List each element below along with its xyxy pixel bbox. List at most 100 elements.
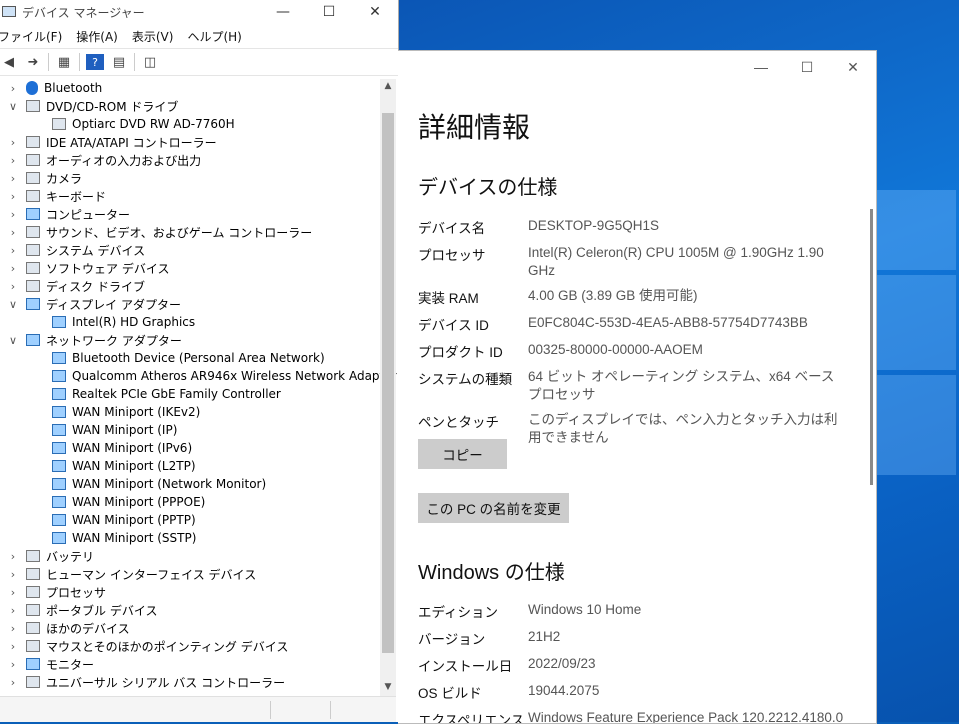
tree-item[interactable]: WAN Miniport (L2TP) bbox=[0, 457, 380, 475]
tree-item-label: サウンド、ビデオ、およびゲーム コントローラー bbox=[46, 225, 313, 240]
menu-action[interactable]: 操作(A) bbox=[76, 28, 126, 45]
rename-pc-button[interactable]: この PC の名前を変更 bbox=[418, 493, 569, 523]
chevron-right-icon[interactable]: › bbox=[6, 190, 20, 203]
chevron-right-icon[interactable]: › bbox=[6, 136, 20, 149]
chevron-down-icon[interactable]: ∨ bbox=[6, 100, 20, 113]
windows-spec-list: エディション Windows 10 Home バージョン 21H2 インストール日 202… bbox=[418, 601, 848, 723]
tree-item[interactable]: › カメラ bbox=[0, 169, 380, 187]
tree-item[interactable]: › キーボード bbox=[0, 187, 380, 205]
close-button[interactable]: ✕ bbox=[352, 0, 398, 24]
tree-item[interactable]: WAN Miniport (SSTP) bbox=[0, 529, 380, 547]
tree-item[interactable]: › マウスとそのほかのポインティング デバイス bbox=[0, 637, 380, 655]
tree-item[interactable]: Optiarc DVD RW AD-7760H bbox=[0, 115, 380, 133]
tree-item[interactable]: WAN Miniport (Network Monitor) bbox=[0, 475, 380, 493]
tree-item[interactable]: Bluetooth Device (Personal Area Network) bbox=[0, 349, 380, 367]
chevron-right-icon[interactable]: › bbox=[6, 154, 20, 167]
copy-button[interactable]: コピー bbox=[418, 439, 507, 469]
minimize-button[interactable]: — bbox=[738, 51, 784, 83]
tree-item-label: プロセッサ bbox=[46, 585, 107, 600]
spec-row: エディション Windows 10 Home bbox=[418, 601, 848, 621]
chevron-right-icon[interactable]: › bbox=[6, 208, 20, 221]
chevron-down-icon[interactable]: ∨ bbox=[6, 298, 20, 311]
tree-item[interactable]: › ほかのデバイス bbox=[0, 619, 380, 637]
network-adapter-icon bbox=[52, 424, 66, 436]
status-bar bbox=[0, 696, 396, 722]
tree-item[interactable]: ∨ ネットワーク アダプター bbox=[0, 331, 380, 349]
spec-value: 21H2 bbox=[528, 629, 561, 644]
spec-label: エディション bbox=[418, 605, 499, 620]
chevron-right-icon[interactable]: › bbox=[6, 82, 20, 95]
disc-drive-icon bbox=[26, 100, 40, 112]
forward-arrow-icon[interactable]: ➜ bbox=[24, 54, 42, 70]
tree-item[interactable]: › プロセッサ bbox=[0, 583, 380, 601]
menu-help[interactable]: ヘルプ(H) bbox=[187, 28, 249, 45]
chevron-down-icon[interactable]: ∨ bbox=[6, 334, 20, 347]
tree-item[interactable]: › ヒューマン インターフェイス デバイス bbox=[0, 565, 380, 583]
tree-item-label: ディスク ドライブ bbox=[46, 279, 145, 294]
windows-spec-heading: Windows の仕様 bbox=[418, 562, 565, 584]
chevron-right-icon[interactable]: › bbox=[6, 586, 20, 599]
menu-view[interactable]: 表示(V) bbox=[132, 28, 182, 45]
show-hide-tree-icon[interactable]: ▦ bbox=[55, 54, 73, 70]
chevron-right-icon[interactable]: › bbox=[6, 640, 20, 653]
software-device-icon bbox=[26, 262, 40, 274]
about-scrollbar[interactable] bbox=[870, 209, 873, 485]
tree-item[interactable]: WAN Miniport (IKEv2) bbox=[0, 403, 380, 421]
tree-item[interactable]: › ユニバーサル シリアル バス コントローラー bbox=[0, 673, 380, 691]
tree-item[interactable]: › Bluetooth bbox=[0, 79, 380, 97]
back-arrow-icon[interactable]: ◀ bbox=[0, 54, 18, 70]
chevron-right-icon[interactable]: › bbox=[6, 604, 20, 617]
help-icon[interactable]: ? bbox=[86, 54, 104, 70]
device-manager-app-icon bbox=[2, 6, 16, 18]
chevron-right-icon[interactable]: › bbox=[6, 568, 20, 581]
spec-row: プロセッサ Intel(R) Celeron(R) CPU 1005M @ 1.9… bbox=[418, 244, 848, 280]
chevron-right-icon[interactable]: › bbox=[6, 550, 20, 563]
tree-item-label: DVD/CD-ROM ドライブ bbox=[46, 99, 179, 114]
chevron-right-icon[interactable]: › bbox=[6, 226, 20, 239]
tree-item-label: IDE ATA/ATAPI コントローラー bbox=[46, 135, 217, 150]
chevron-right-icon[interactable]: › bbox=[6, 172, 20, 185]
tree-item[interactable]: › IDE ATA/ATAPI コントローラー bbox=[0, 133, 380, 151]
close-button[interactable]: ✕ bbox=[830, 51, 876, 83]
chevron-right-icon[interactable]: › bbox=[6, 262, 20, 275]
tree-item[interactable]: › モニター bbox=[0, 655, 380, 673]
scan-hardware-icon[interactable]: ◫ bbox=[141, 54, 159, 70]
network-adapter-icon bbox=[52, 406, 66, 418]
minimize-button[interactable]: — bbox=[260, 0, 306, 24]
tree-item[interactable]: ∨ ディスプレイ アダプター bbox=[0, 295, 380, 313]
tree-item[interactable]: › ソフトウェア デバイス bbox=[0, 259, 380, 277]
properties-icon[interactable]: ▤ bbox=[110, 54, 128, 70]
tree-item[interactable]: › システム デバイス bbox=[0, 241, 380, 259]
tree-item[interactable]: › サウンド、ビデオ、およびゲーム コントローラー bbox=[0, 223, 380, 241]
chevron-right-icon[interactable]: › bbox=[6, 244, 20, 257]
tree-item[interactable]: › バッテリ bbox=[0, 547, 380, 565]
maximize-button[interactable]: ☐ bbox=[306, 0, 352, 24]
maximize-button[interactable]: ☐ bbox=[784, 51, 830, 83]
vertical-scrollbar[interactable]: ▲ ▼ bbox=[380, 79, 396, 696]
chevron-right-icon[interactable]: › bbox=[6, 280, 20, 293]
tree-item[interactable]: WAN Miniport (IPv6) bbox=[0, 439, 380, 457]
tree-item[interactable]: ∨ DVD/CD-ROM ドライブ bbox=[0, 97, 380, 115]
tree-item[interactable]: WAN Miniport (PPTP) bbox=[0, 511, 380, 529]
tree-item[interactable]: Qualcomm Atheros AR946x Wireless Network… bbox=[0, 367, 397, 385]
wallpaper-pane bbox=[876, 375, 956, 475]
tree-item[interactable]: › ポータブル デバイス bbox=[0, 601, 380, 619]
tree-item[interactable]: WAN Miniport (IP) bbox=[0, 421, 380, 439]
chevron-right-icon[interactable]: › bbox=[6, 622, 20, 635]
device-manager-titlebar[interactable]: デバイス マネージャー — ☐ ✕ bbox=[0, 0, 398, 24]
tree-item[interactable]: WAN Miniport (PPPOE) bbox=[0, 493, 380, 511]
chevron-right-icon[interactable]: › bbox=[6, 676, 20, 689]
tree-item[interactable]: Intel(R) HD Graphics bbox=[0, 313, 380, 331]
scroll-down-arrow-icon[interactable]: ▼ bbox=[380, 682, 396, 692]
tree-item[interactable]: Realtek PCIe GbE Family Controller bbox=[0, 385, 380, 403]
tree-item-label: オーディオの入力および出力 bbox=[46, 153, 202, 168]
tree-item[interactable]: › オーディオの入力および出力 bbox=[0, 151, 380, 169]
chevron-right-icon[interactable]: › bbox=[6, 658, 20, 671]
scrollbar-thumb[interactable] bbox=[382, 113, 394, 653]
tree-item[interactable]: › コンピューター bbox=[0, 205, 380, 223]
status-divider bbox=[330, 701, 331, 719]
scroll-up-arrow-icon[interactable]: ▲ bbox=[380, 81, 396, 91]
tree-item[interactable]: › ディスク ドライブ bbox=[0, 277, 380, 295]
spec-label: 実装 RAM bbox=[418, 291, 479, 306]
menu-file[interactable]: ファイル(F) bbox=[0, 28, 70, 45]
